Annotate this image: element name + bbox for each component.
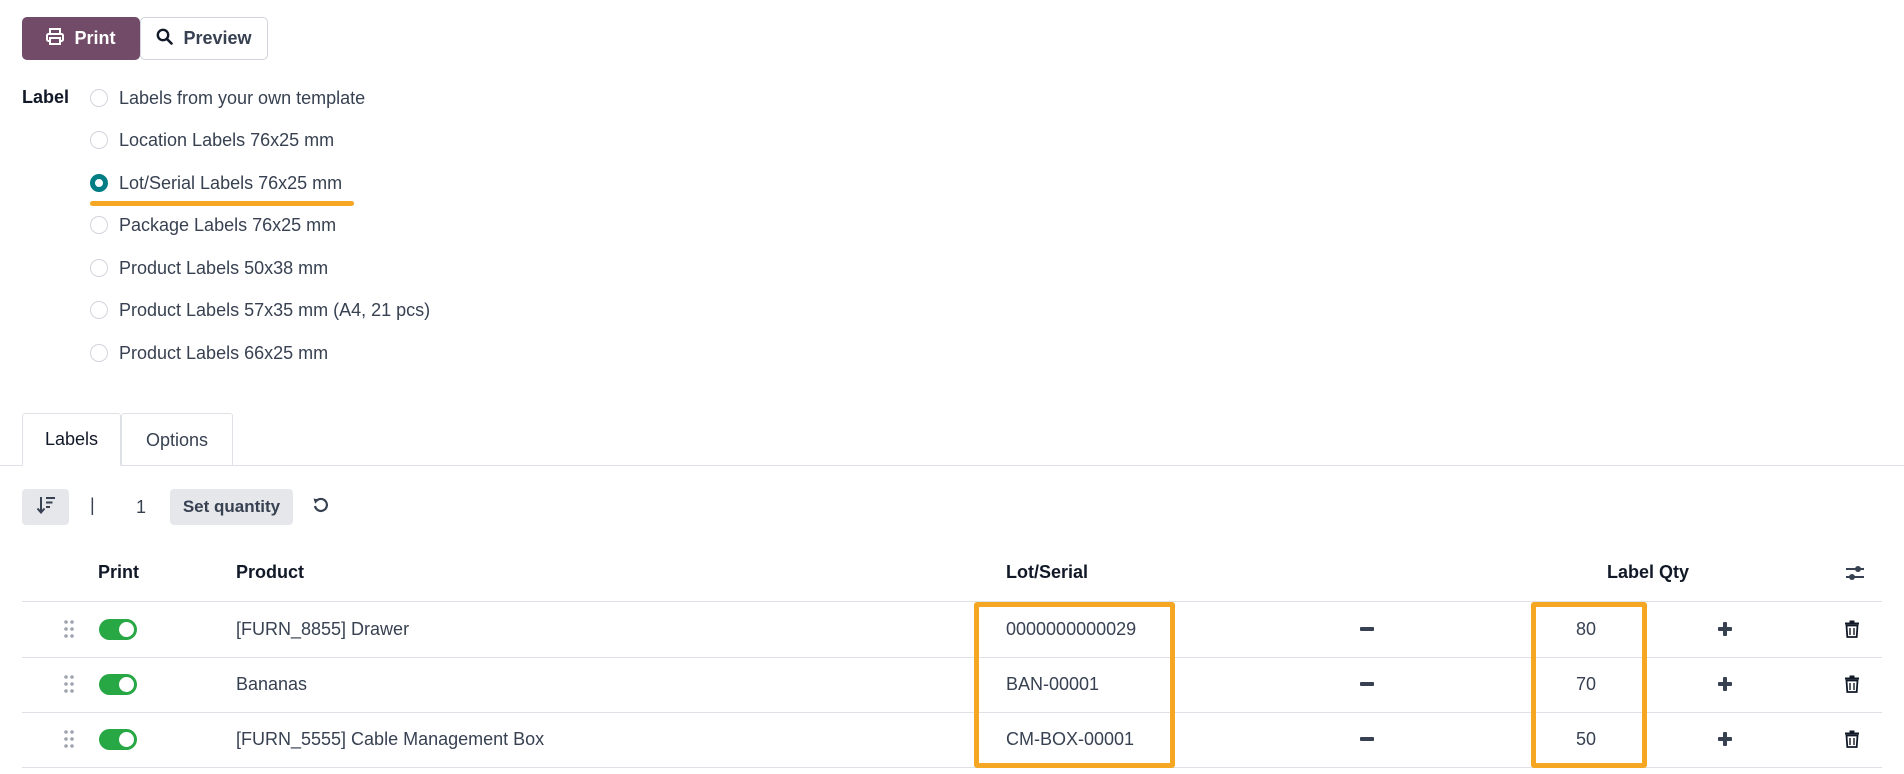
set-quantity-button[interactable]: Set quantity (170, 489, 293, 525)
tab-options[interactable]: Options (121, 413, 233, 466)
print-toggle[interactable] (99, 619, 137, 640)
radio-button[interactable] (90, 131, 108, 149)
table-row[interactable]: [FURN_8855] Drawer 0000000000029 80 (0, 602, 1904, 657)
product-cell: Bananas (236, 674, 308, 694)
undo-icon (312, 496, 330, 519)
lot-serial-cell: 0000000000029 (1006, 619, 1137, 639)
column-header-print[interactable]: Print (98, 562, 139, 583)
print-toggle[interactable] (99, 729, 137, 750)
sort-icon (36, 495, 56, 520)
decrease-qty-button[interactable] (1355, 672, 1379, 696)
lot-serial-cell: CM-BOX-00001 (1006, 729, 1135, 749)
trash-icon (1845, 675, 1859, 693)
preview-button-label: Preview (183, 28, 252, 48)
radio-option-label: Product Labels 66x25 mm (119, 342, 329, 363)
reset-button[interactable] (308, 489, 334, 525)
minus-icon (1360, 682, 1374, 686)
print-button-label: Print (74, 28, 116, 48)
trash-icon (1845, 620, 1859, 638)
radio-option-lot-serial-labels[interactable]: Lot/Serial Labels 76x25 mm (90, 168, 342, 198)
radio-option-package-labels[interactable]: Package Labels 76x25 mm (90, 210, 336, 240)
minus-icon (1360, 737, 1374, 741)
radio-button-checked[interactable] (90, 174, 108, 192)
radio-button[interactable] (90, 301, 108, 319)
print-toggle[interactable] (99, 674, 137, 695)
column-header-label-qty[interactable]: Label Qty (1607, 562, 1689, 583)
label-qty-cell[interactable]: 70 (1576, 674, 1596, 695)
label-field-title: Label (22, 87, 70, 107)
increase-qty-button[interactable] (1713, 672, 1737, 696)
increase-qty-button[interactable] (1713, 617, 1737, 641)
radio-option-label: Labels from your own template (119, 87, 366, 108)
radio-button[interactable] (90, 344, 108, 362)
radio-option-label: Location Labels 76x25 mm (119, 129, 335, 150)
drag-handle-icon[interactable] (63, 674, 75, 694)
delete-row-button[interactable] (1840, 672, 1864, 696)
radio-option-label: Product Labels 57x35 mm (A4, 21 pcs) (119, 299, 431, 320)
drag-handle-icon[interactable] (63, 729, 75, 749)
label-qty-cell[interactable]: 50 (1576, 729, 1596, 750)
trash-icon (1845, 730, 1859, 748)
increase-qty-button[interactable] (1713, 727, 1737, 751)
radio-button[interactable] (90, 216, 108, 234)
row-divider (22, 767, 1882, 768)
lot-serial-cell: BAN-00001 (1006, 674, 1100, 694)
preview-button[interactable]: Preview (140, 17, 268, 60)
sliders-icon (1845, 563, 1865, 588)
column-header-lot-serial[interactable]: Lot/Serial (1006, 562, 1088, 583)
decrease-qty-button[interactable] (1355, 617, 1379, 641)
delete-row-button[interactable] (1840, 727, 1864, 751)
radio-option-own-template[interactable]: Labels from your own template (90, 83, 365, 113)
plus-icon (1718, 622, 1732, 636)
radio-option-label: Lot/Serial Labels 76x25 mm (119, 172, 343, 193)
sort-button[interactable] (22, 489, 69, 525)
printer-icon (46, 27, 65, 50)
product-cell: [FURN_8855] Drawer (236, 619, 410, 639)
table-row[interactable]: [FURN_5555] Cable Management Box CM-BOX-… (0, 713, 1904, 767)
toolbar-separator: | (90, 495, 95, 515)
tab-labels[interactable]: Labels (22, 413, 121, 466)
plus-icon (1718, 677, 1732, 691)
column-settings-button[interactable] (1843, 563, 1867, 587)
radio-option-location-labels[interactable]: Location Labels 76x25 mm (90, 125, 334, 155)
delete-row-button[interactable] (1840, 617, 1864, 641)
print-button[interactable]: Print (22, 17, 140, 60)
radio-button[interactable] (90, 89, 108, 107)
table-row[interactable]: Bananas BAN-00001 70 (0, 658, 1904, 712)
product-cell: [FURN_5555] Cable Management Box (236, 729, 545, 749)
plus-icon (1718, 732, 1732, 746)
label-qty-cell[interactable]: 80 (1576, 619, 1596, 640)
radio-button[interactable] (90, 259, 108, 277)
radio-option-label: Package Labels 76x25 mm (119, 214, 337, 235)
radio-option-product-50x38[interactable]: Product Labels 50x38 mm (90, 253, 328, 283)
radio-option-label: Product Labels 50x38 mm (119, 257, 329, 278)
search-icon (156, 28, 174, 50)
quantity-value[interactable]: 1 (136, 497, 146, 518)
radio-option-product-57x35[interactable]: Product Labels 57x35 mm (A4, 21 pcs) (90, 295, 430, 325)
tabs-divider (0, 465, 1904, 466)
highlight-underline (90, 201, 354, 206)
drag-handle-icon[interactable] (63, 619, 75, 639)
column-header-product[interactable]: Product (236, 562, 304, 583)
decrease-qty-button[interactable] (1355, 727, 1379, 751)
radio-option-product-66x25[interactable]: Product Labels 66x25 mm (90, 338, 328, 368)
minus-icon (1360, 627, 1374, 631)
